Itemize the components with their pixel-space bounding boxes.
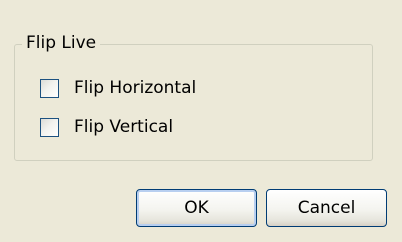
ok-button[interactable]: OK: [136, 189, 257, 227]
flip-horizontal-label[interactable]: Flip Horizontal: [74, 77, 196, 99]
flip-horizontal-option[interactable]: Flip Horizontal: [40, 77, 196, 99]
flip-live-groupbox: [14, 44, 373, 161]
cancel-button[interactable]: Cancel: [266, 189, 387, 227]
flip-vertical-checkbox[interactable]: [40, 117, 59, 137]
groupbox-title: Flip Live: [22, 33, 101, 53]
flip-vertical-option[interactable]: Flip Vertical: [40, 116, 173, 138]
flip-vertical-label[interactable]: Flip Vertical: [74, 116, 173, 138]
flip-horizontal-checkbox[interactable]: [40, 78, 59, 98]
